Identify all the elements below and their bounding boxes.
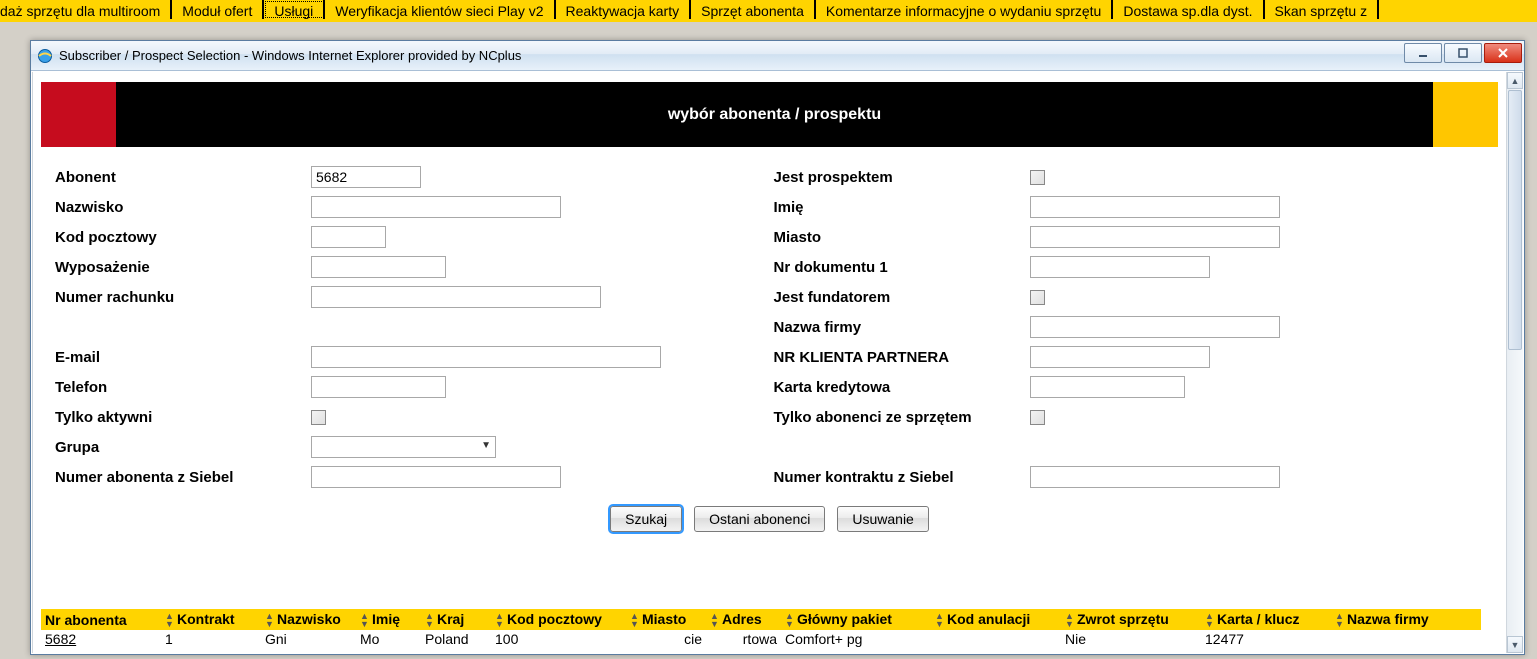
label-nr-dokumentu: Nr dokumentu 1	[770, 259, 1030, 276]
ie-titlebar[interactable]: Subscriber / Prospect Selection - Window…	[31, 41, 1524, 71]
col-miasto[interactable]: ▲▼Miasto	[626, 609, 706, 630]
label-grupa: Grupa	[51, 439, 311, 456]
col-zwrot-sprzetu[interactable]: ▲▼Zwrot sprzętu	[1061, 609, 1201, 630]
scrollbar-down-arrow[interactable]: ▼	[1507, 636, 1523, 653]
cell-adres: rtowa	[706, 630, 781, 648]
select-grupa[interactable]	[311, 436, 496, 458]
results-header-row: Nr abonenta ▲▼Kontrakt ▲▼Nazwisko ▲▼Imię…	[41, 609, 1481, 630]
label-miasto: Miasto	[770, 229, 1030, 246]
top-tab-7[interactable]: Dostawa sp.dla dyst.	[1113, 0, 1264, 19]
input-numer-rachunku[interactable]	[311, 286, 601, 308]
col-kontrakt[interactable]: ▲▼Kontrakt	[161, 609, 261, 630]
cell-kod: 100	[491, 630, 626, 648]
results-table: Nr abonenta ▲▼Kontrakt ▲▼Nazwisko ▲▼Imię…	[41, 609, 1481, 653]
label-nr-klienta-partnera: NR KLIENTA PARTNERA	[770, 349, 1030, 366]
label-abonent: Abonent	[51, 169, 311, 186]
col-kod-anulacji[interactable]: ▲▼Kod anulacji	[931, 609, 1061, 630]
top-tab-8[interactable]: Skan sprzętu z	[1265, 0, 1380, 19]
szukaj-button[interactable]: Szukaj	[610, 506, 682, 532]
banner-yellow-block	[1433, 82, 1498, 147]
label-siebel-kontrakt: Numer kontraktu z Siebel	[770, 469, 1030, 486]
cell-pakiet: Comfort+ pg	[781, 630, 931, 648]
label-nazwisko: Nazwisko	[51, 199, 311, 216]
cell-karta: 12477	[1201, 630, 1331, 648]
label-siebel-abonent: Numer abonenta z Siebel	[51, 469, 311, 486]
col-glowny-pakiet[interactable]: ▲▼Główny pakiet	[781, 609, 931, 630]
window-maximize-button[interactable]	[1444, 43, 1482, 63]
label-telefon: Telefon	[51, 379, 311, 396]
cell-zwrot: Nie	[1061, 630, 1201, 648]
banner-red-block	[41, 82, 116, 147]
cell-imie: Mo	[356, 630, 421, 648]
input-nr-dokumentu[interactable]	[1030, 256, 1210, 278]
checkbox-jest-fundatorem[interactable]	[1030, 290, 1045, 305]
label-numer-rachunku: Numer rachunku	[51, 289, 311, 306]
cell-nazwisko: Gni	[261, 630, 356, 648]
input-imie[interactable]	[1030, 196, 1280, 218]
label-kod-pocztowy: Kod pocztowy	[51, 229, 311, 246]
top-tab-strip: daż sprzętu dla multiroom Moduł ofert Us…	[0, 0, 1537, 22]
ie-icon	[37, 48, 53, 64]
input-email[interactable]	[311, 346, 661, 368]
input-wyposazenie[interactable]	[311, 256, 446, 278]
scrollbar-up-arrow[interactable]: ▲	[1507, 72, 1523, 89]
checkbox-tylko-abonenci-sprzet[interactable]	[1030, 410, 1045, 425]
cell-kraj: Poland	[421, 630, 491, 648]
input-siebel-kontrakt[interactable]	[1030, 466, 1280, 488]
label-jest-prospektem: Jest prospektem	[770, 169, 1030, 186]
top-tab-0[interactable]: daż sprzętu dla multiroom	[0, 0, 172, 19]
label-imie: Imię	[770, 199, 1030, 216]
scrollbar-thumb[interactable]	[1508, 90, 1522, 350]
top-tab-2[interactable]: Usługi	[264, 0, 325, 19]
top-tab-4[interactable]: Reaktywacja karty	[556, 0, 692, 19]
ie-title: Subscriber / Prospect Selection - Window…	[59, 48, 521, 63]
input-miasto[interactable]	[1030, 226, 1280, 248]
window-close-button[interactable]	[1484, 43, 1522, 63]
col-adres[interactable]: ▲▼Adres	[706, 609, 781, 630]
input-nazwisko[interactable]	[311, 196, 561, 218]
table-row[interactable]: 5682 1 Gni Mo Poland 100 cie rtowa Comfo…	[41, 630, 1481, 648]
label-nazwa-firmy: Nazwa firmy	[770, 319, 1030, 336]
window-minimize-button[interactable]	[1404, 43, 1442, 63]
input-telefon[interactable]	[311, 376, 446, 398]
col-kod-pocztowy[interactable]: ▲▼Kod pocztowy	[491, 609, 626, 630]
cell-kontrakt: 1	[161, 630, 261, 648]
input-abonent[interactable]	[311, 166, 421, 188]
col-karta-klucz[interactable]: ▲▼Karta / klucz	[1201, 609, 1331, 630]
checkbox-tylko-aktywni[interactable]	[311, 410, 326, 425]
col-imie[interactable]: ▲▼Imię	[356, 609, 421, 630]
input-kod-pocztowy[interactable]	[311, 226, 386, 248]
ie-window: Subscriber / Prospect Selection - Window…	[30, 40, 1525, 655]
usuwanie-button[interactable]: Usuwanie	[837, 506, 928, 532]
input-siebel-abonent[interactable]	[311, 466, 561, 488]
top-tab-6[interactable]: Komentarze informacyjne o wydaniu sprzęt…	[816, 0, 1113, 19]
input-nazwa-firmy[interactable]	[1030, 316, 1280, 338]
col-nazwisko[interactable]: ▲▼Nazwisko	[261, 609, 356, 630]
cell-nr-abonenta[interactable]: 5682	[41, 630, 161, 648]
checkbox-jest-prospektem[interactable]	[1030, 170, 1045, 185]
col-nazwa-firmy[interactable]: ▲▼Nazwa firmy	[1331, 609, 1481, 630]
banner-title: wybór abonenta / prospektu	[116, 82, 1433, 147]
input-karta-kredytowa[interactable]	[1030, 376, 1185, 398]
cell-miasto: cie	[626, 630, 706, 648]
top-tab-1[interactable]: Moduł ofert	[172, 0, 264, 19]
label-tylko-abonenci-sprzet: Tylko abonenci ze sprzętem	[770, 409, 1030, 426]
top-tab-3[interactable]: Weryfikacja klientów sieci Play v2	[325, 0, 555, 19]
label-wyposazenie: Wyposażenie	[51, 259, 311, 276]
label-tylko-aktywni: Tylko aktywni	[51, 409, 311, 426]
top-tab-5[interactable]: Sprzęt abonenta	[691, 0, 816, 19]
input-nr-klienta-partnera[interactable]	[1030, 346, 1210, 368]
vertical-scrollbar[interactable]: ▲ ▼	[1506, 72, 1523, 653]
col-kraj[interactable]: ▲▼Kraj	[421, 609, 491, 630]
cell-firma	[1331, 630, 1481, 648]
label-karta-kredytowa: Karta kredytowa	[770, 379, 1030, 396]
label-email: E-mail	[51, 349, 311, 366]
cell-kod-anul	[931, 630, 1061, 648]
col-nr-abonenta[interactable]: Nr abonenta	[41, 609, 161, 630]
header-banner: wybór abonenta / prospektu	[41, 82, 1498, 147]
label-jest-fundatorem: Jest fundatorem	[770, 289, 1030, 306]
ostatni-abonenci-button[interactable]: Ostani abonenci	[694, 506, 825, 532]
